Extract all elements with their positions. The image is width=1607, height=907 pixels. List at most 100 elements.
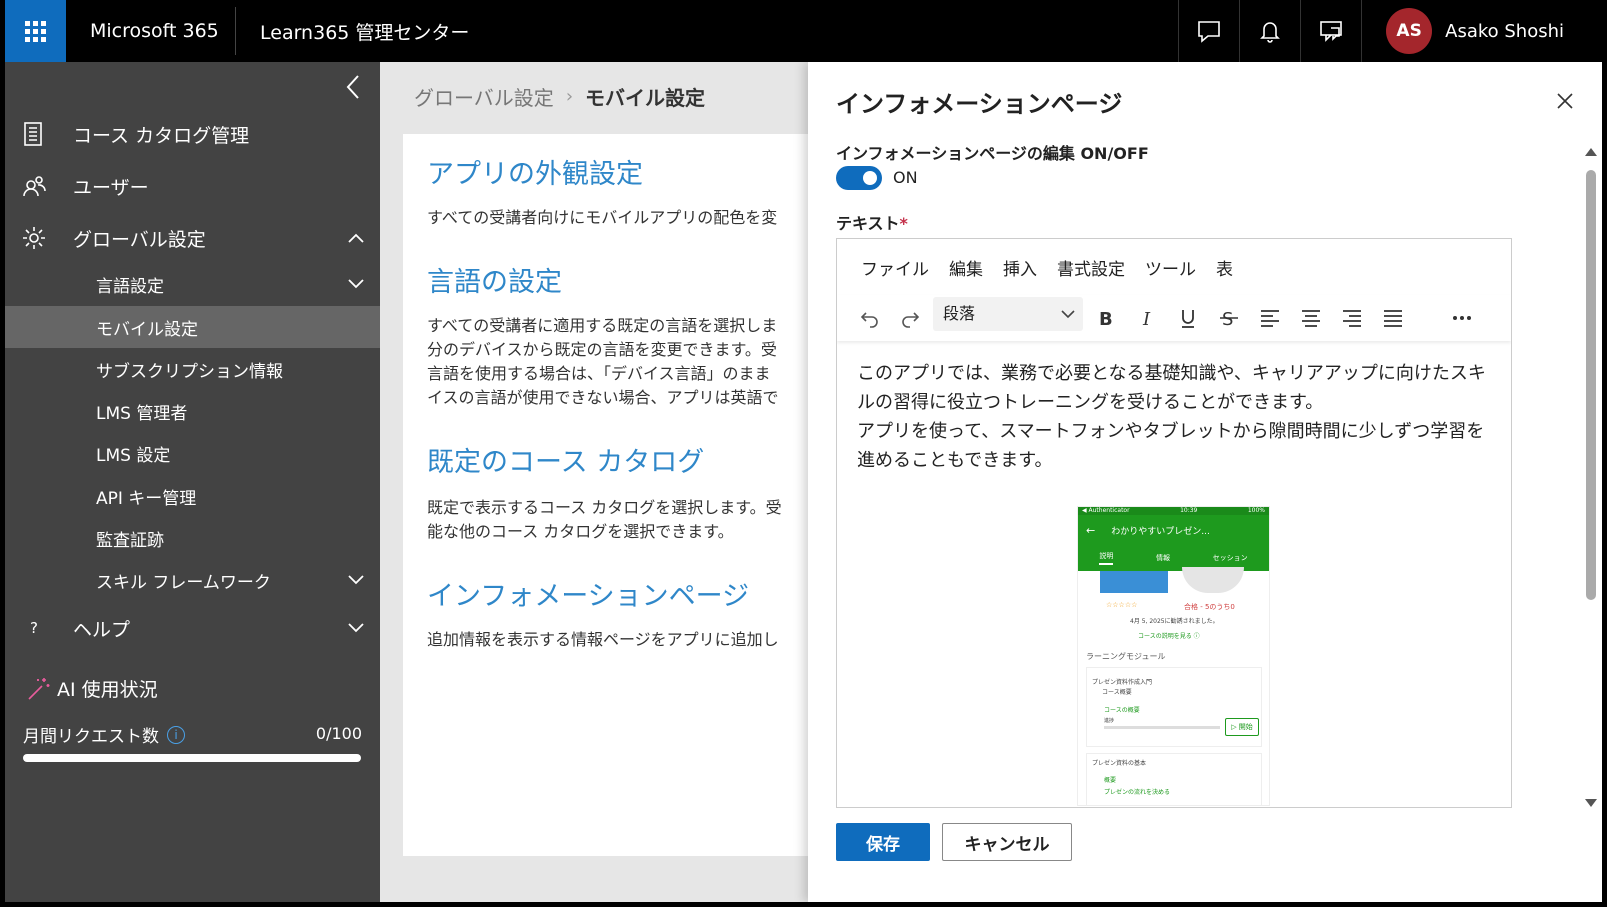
sidebar-item-label: モバイル設定	[96, 319, 198, 340]
redo-icon[interactable]	[899, 307, 921, 329]
module-1-progress-label: 進捗	[1104, 718, 1115, 724]
sidebar-item-api-keys[interactable]: API キー管理	[5, 475, 380, 517]
text-label: テキスト	[836, 214, 900, 233]
sidebar-item-help[interactable]: ? ヘルプ	[5, 612, 380, 644]
scroll-up-icon[interactable]	[1585, 148, 1597, 156]
save-button[interactable]: 保存	[836, 823, 930, 861]
section-body-language: すべての受講者に適用する既定の言語を選択しま 分のデバイスから既定の言語を変更で…	[427, 316, 779, 407]
sidebar-item-subscription[interactable]: サブスクリプション情報	[5, 348, 380, 390]
module-1-item: コースの概要	[1104, 707, 1140, 714]
user-name: Asako Shoshi	[1445, 20, 1564, 42]
chat-icon[interactable]	[1178, 0, 1239, 62]
feedback-icon[interactable]	[1300, 0, 1361, 62]
more-options-icon[interactable]	[1451, 307, 1473, 329]
waffle-icon[interactable]	[5, 0, 66, 62]
course-detail-link: コースの説明を見る ⓘ	[1138, 633, 1200, 640]
section-heading-info-page[interactable]: インフォメーションページ	[427, 574, 749, 613]
menu-format[interactable]: 書式設定	[1057, 255, 1125, 280]
editor-content[interactable]: このアプリでは、業務で必要となる基礎知識や、キャリアアップに向けたスキルの習得に…	[857, 359, 1497, 475]
align-center-icon[interactable]	[1300, 307, 1322, 329]
sidebar-item-language[interactable]: 言語設定	[5, 263, 380, 305]
panel-title: インフォメーションページ	[836, 90, 1123, 118]
menu-tools[interactable]: ツール	[1145, 255, 1196, 280]
ai-usage-title: AI 使用状況	[25, 675, 158, 702]
phone-status-bar: ◀ Authenticator 10:39 100%	[1078, 507, 1269, 515]
align-left-icon[interactable]	[1259, 307, 1281, 329]
app-window: Microsoft 365 Learn365 管理センター AS Asako S…	[5, 0, 1602, 902]
close-icon[interactable]	[1556, 92, 1574, 110]
edit-toggle[interactable]	[836, 166, 882, 190]
italic-icon[interactable]: I	[1137, 307, 1159, 329]
block-format-value: 段落	[943, 304, 976, 323]
chevron-down-icon	[348, 575, 364, 585]
sidebar-item-label: サブスクリプション情報	[96, 361, 283, 382]
info-icon[interactable]: i	[167, 725, 185, 744]
module-1-subtitle: コース概要	[1102, 689, 1132, 696]
embedded-app-screenshot[interactable]: ◀ Authenticator 10:39 100% ← わかりやすいプレゼン.…	[1077, 506, 1270, 806]
sidebar-item-catalog[interactable]: コース カタログ管理	[5, 118, 380, 150]
undo-icon[interactable]	[859, 307, 881, 329]
sidebar-item-label: API キー管理	[96, 488, 197, 509]
sidebar-item-mobile[interactable]: モバイル設定	[5, 306, 380, 348]
sidebar-item-global-settings[interactable]: グローバル設定	[5, 222, 380, 254]
request-count: 0/100	[315, 724, 362, 743]
monthly-request-text: 月間リクエスト数	[23, 727, 159, 747]
module-2-item: 概要	[1104, 777, 1117, 784]
settings-card: アプリの外観設定 すべての受講者向けにモバイルアプリの配色を変 言語の設定 すべ…	[403, 134, 823, 856]
menu-table[interactable]: 表	[1216, 255, 1233, 280]
cancel-button[interactable]: キャンセル	[942, 823, 1072, 861]
main-content: グローバル設定 › モバイル設定 アプリの外観設定 すべての受講者向けにモバイル…	[380, 62, 823, 902]
chevron-up-icon	[348, 233, 364, 243]
menu-edit[interactable]: 編集	[949, 255, 983, 280]
section-heading-appearance[interactable]: アプリの外観設定	[427, 152, 643, 191]
avatar: AS	[1386, 8, 1433, 54]
scroll-down-icon[interactable]	[1585, 799, 1597, 807]
menu-file[interactable]: ファイル	[861, 255, 929, 280]
course-badge	[1182, 567, 1244, 593]
module-2-title: プレゼン資料の基本	[1092, 760, 1147, 767]
underline-icon[interactable]	[1177, 307, 1199, 329]
rich-text-editor[interactable]: ファイル 編集 挿入 書式設定 ツール 表 段落 B I S このアプリでは、業…	[836, 238, 1512, 808]
sidebar-item-skill-framework[interactable]: スキル フレームワーク	[5, 559, 380, 601]
strikethrough-icon[interactable]: S	[1218, 307, 1240, 329]
phone-status-time: 10:39	[1180, 507, 1198, 514]
justify-icon[interactable]	[1382, 307, 1404, 329]
sidebar-item-label: LMS 設定	[96, 445, 171, 466]
phone-status-right: 100%	[1247, 507, 1265, 514]
breadcrumb-current: モバイル設定	[585, 86, 706, 110]
menu-insert[interactable]: 挿入	[1003, 255, 1037, 280]
scrollbar-thumb[interactable]	[1586, 170, 1596, 600]
sidebar-item-label: ユーザー	[73, 176, 149, 199]
request-progress-bar	[23, 754, 361, 762]
sidebar-item-lms-settings[interactable]: LMS 設定	[5, 432, 380, 474]
section-heading-language[interactable]: 言語の設定	[427, 260, 562, 299]
sidebar-item-users[interactable]: ユーザー	[5, 170, 380, 202]
chevron-right-icon: ›	[565, 86, 574, 107]
editor-toolbar: 段落 B I S	[837, 295, 1511, 341]
rating-text: 合格 - 5のうち0	[1184, 603, 1235, 611]
sidebar-item-label: スキル フレームワーク	[96, 572, 271, 593]
chevron-down-icon	[348, 279, 364, 289]
brand-name[interactable]: Microsoft 365	[66, 7, 236, 55]
block-format-select[interactable]: 段落	[933, 297, 1083, 331]
phone-tab: 説明	[1099, 551, 1114, 565]
editor-menubar: ファイル 編集 挿入 書式設定 ツール 表	[861, 255, 1253, 280]
top-bar: Microsoft 365 Learn365 管理センター AS Asako S…	[5, 0, 1602, 62]
breadcrumb-parent[interactable]: グローバル設定	[414, 82, 554, 111]
magic-wand-icon	[28, 677, 50, 700]
sidebar-item-audit-trail[interactable]: 監査証跡	[5, 517, 380, 559]
svg-text:I: I	[1142, 309, 1151, 329]
bell-icon[interactable]	[1239, 0, 1300, 62]
section-body-appearance: すべての受講者向けにモバイルアプリの配色を変	[427, 208, 778, 227]
info-page-panel: インフォメーションページ インフォメーションページの編集 ON/OFF ON テ…	[808, 62, 1602, 902]
bold-icon[interactable]: B	[1095, 307, 1117, 329]
svg-text:S: S	[1222, 309, 1233, 329]
sidebar-item-label: 監査証跡	[96, 530, 164, 551]
user-menu[interactable]: AS Asako Shoshi	[1361, 0, 1602, 62]
sidebar-item-lms-admin[interactable]: LMS 管理者	[5, 390, 380, 432]
collapse-nav-icon[interactable]	[344, 74, 364, 100]
section-heading-catalog[interactable]: 既定のコース カタログ	[427, 440, 704, 479]
align-right-icon[interactable]	[1341, 307, 1363, 329]
text-field-label: テキスト*	[836, 210, 908, 234]
sidebar-item-label: LMS 管理者	[96, 403, 188, 424]
